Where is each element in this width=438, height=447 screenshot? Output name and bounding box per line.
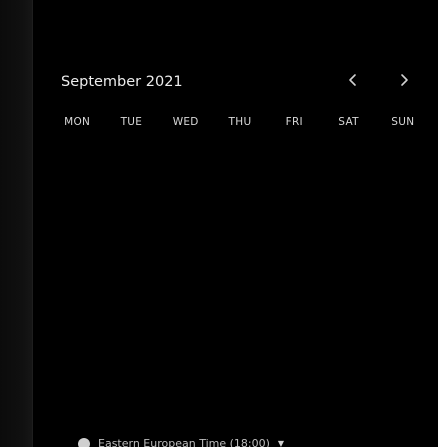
month-title: September 2021 (61, 74, 183, 90)
previous-month-button[interactable] (341, 68, 365, 92)
calendar-panel: September 2021 MON TUE WED THU FRI SAT S… (36, 0, 438, 447)
weekday-tue: TUE (120, 116, 143, 128)
weekday-thu: THU (228, 116, 252, 128)
weekday-mon: MON (64, 116, 91, 128)
weekday-sun: SUN (391, 116, 415, 128)
next-month-button[interactable] (392, 68, 416, 92)
chevron-left-icon (349, 74, 356, 86)
weekday-wed: WED (172, 116, 199, 128)
side-panel-edge (0, 0, 33, 447)
scheduler-screen: September 2021 MON TUE WED THU FRI SAT S… (0, 0, 438, 447)
timezone-selector[interactable]: Eastern European Time (18:00) ▼ (78, 437, 284, 447)
chevron-right-icon (401, 74, 408, 86)
weekday-header-row: MON TUE WED THU FRI SAT SUN (50, 116, 430, 128)
globe-icon (78, 437, 90, 447)
timezone-label: Eastern European Time (18:00) (98, 437, 270, 447)
caret-down-icon: ▼ (277, 439, 285, 447)
weekday-sat: SAT (338, 116, 359, 128)
weekday-fri: FRI (285, 116, 303, 128)
